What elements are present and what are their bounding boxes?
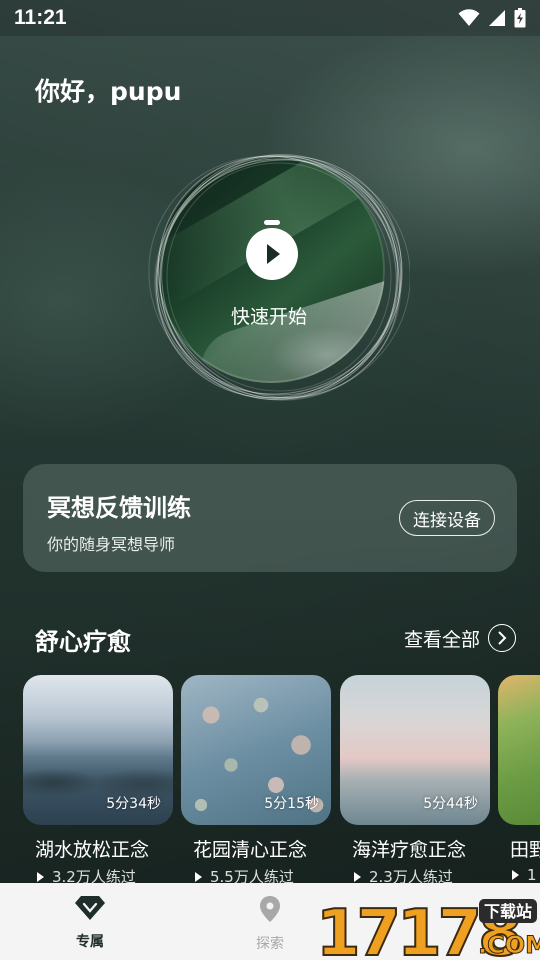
- nav-label: 探索: [256, 936, 284, 952]
- meditation-thumbnail: 5分15秒: [181, 675, 331, 825]
- watermark-badge: 下载站: [484, 902, 532, 921]
- diamond-icon: [75, 896, 105, 920]
- meditation-card[interactable]: 5分34秒 湖水放松正念 3.2万人练过: [23, 675, 173, 886]
- cellular-signal-icon: [489, 10, 505, 26]
- meditation-feedback-card[interactable]: 冥想反馈训练 你的随身冥想导师 连接设备: [23, 464, 517, 572]
- play-count-text: 1: [527, 866, 537, 884]
- quick-start-orb[interactable]: 快速开始: [148, 146, 410, 408]
- card-title: 冥想反馈训练: [47, 494, 191, 522]
- nav-item-exclusive[interactable]: 专属: [50, 895, 130, 951]
- duration-label: 5分15秒: [264, 796, 319, 812]
- meditation-card[interactable]: 5分44秒 海洋疗愈正念 2.3万人练过: [340, 675, 490, 886]
- location-pin-icon: [260, 896, 280, 922]
- site-watermark-logo: 17178 下载站 .COM: [315, 896, 540, 960]
- nav-label: 专属: [76, 934, 104, 950]
- meditation-title: 海洋疗愈正念: [352, 839, 467, 861]
- nav-item-explore[interactable]: 探索: [230, 895, 310, 953]
- play-icon: [354, 871, 361, 882]
- meditation-list: 5分34秒 湖水放松正念 3.2万人练过 5分15秒 花园清心正念 5.5万人练…: [23, 675, 540, 886]
- meditation-thumbnail: 5分44秒: [340, 675, 490, 825]
- status-bar: 11:21: [0, 0, 540, 36]
- watermark-domain: .COM: [478, 931, 540, 959]
- section-title: 舒心疗愈: [35, 628, 131, 656]
- play-icon: [37, 871, 44, 882]
- status-icons: [458, 8, 526, 28]
- meditation-title: 田野: [510, 839, 540, 861]
- battery-icon: [514, 8, 526, 28]
- greeting-text: 你好，pupu: [35, 77, 182, 106]
- chevron-right-icon: [488, 624, 516, 652]
- see-all-label: 查看全部: [403, 628, 480, 651]
- wifi-icon: [458, 9, 480, 26]
- meditation-title: 花园清心正念: [193, 839, 308, 861]
- meditation-card[interactable]: 5分15秒 花园清心正念 5.5万人练过: [181, 675, 331, 886]
- quick-start-label: 快速开始: [230, 306, 307, 328]
- card-subtitle: 你的随身冥想导师: [47, 535, 176, 554]
- meditation-thumbnail: 5分34秒: [23, 675, 173, 825]
- status-time: 11:21: [14, 6, 67, 29]
- see-all-link[interactable]: 查看全部: [404, 624, 516, 652]
- connect-device-button[interactable]: 连接设备: [399, 500, 495, 536]
- play-count: 1: [512, 866, 537, 884]
- meditation-title: 湖水放松正念: [35, 839, 150, 861]
- timer-play-icon: [246, 220, 298, 280]
- meditation-thumbnail: [498, 675, 540, 825]
- duration-label: 5分34秒: [106, 796, 161, 812]
- duration-label: 5分44秒: [423, 796, 478, 812]
- meditation-card[interactable]: 田野 1: [498, 675, 540, 885]
- play-icon: [195, 871, 202, 882]
- play-icon: [512, 870, 519, 880]
